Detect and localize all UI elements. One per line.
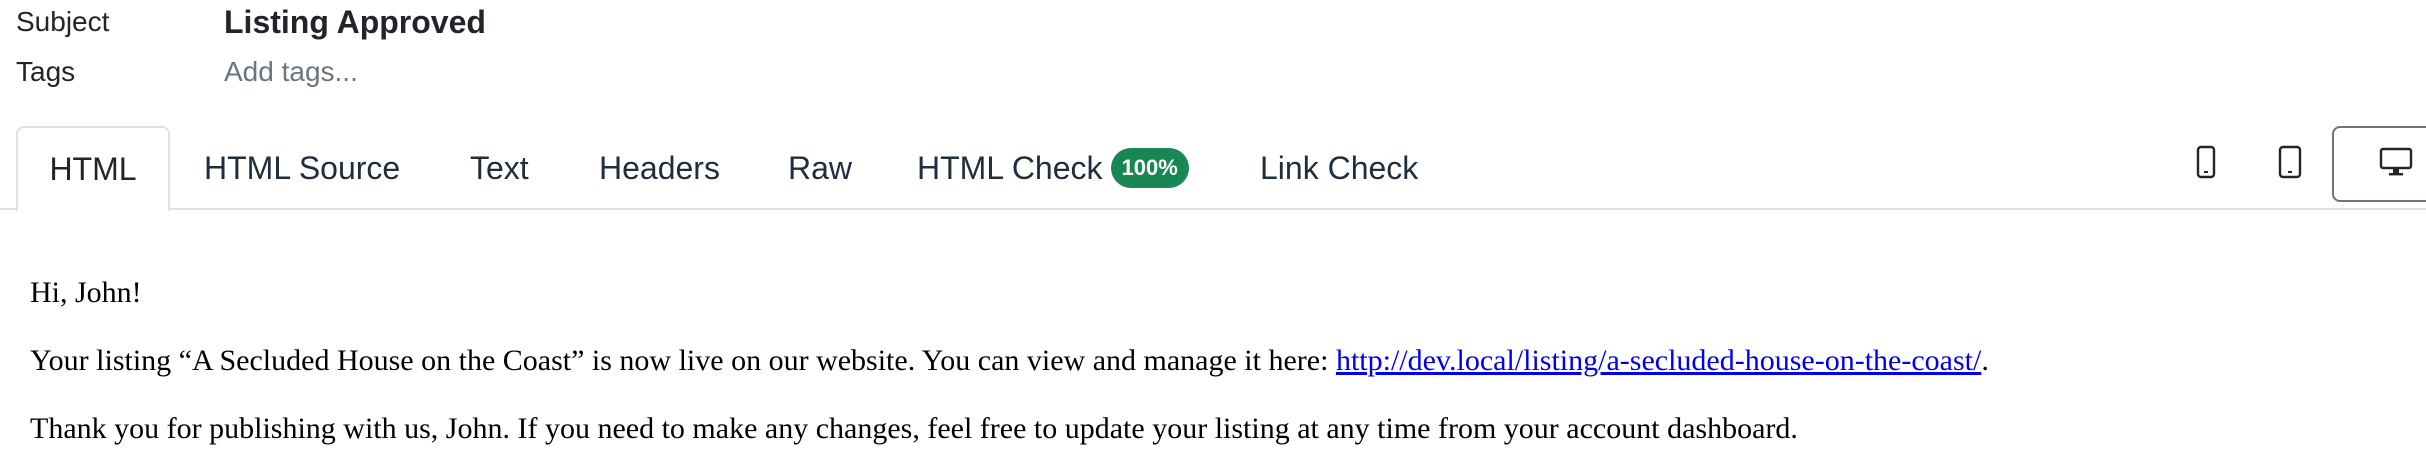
tab-label: HTML — [49, 150, 137, 187]
tab-html-source[interactable]: HTML Source — [170, 126, 434, 210]
paragraph-thanks: Thank you for publishing with us, John. … — [30, 412, 1798, 445]
tab-label: HTML Check — [917, 149, 1103, 186]
subject-row: Subject Listing Approved — [16, 0, 486, 44]
greeting-text: Hi, John! — [30, 276, 142, 309]
html-check-score-badge: 100% — [1110, 148, 1189, 188]
tab-label: Raw — [788, 149, 853, 186]
listing-link[interactable]: http://dev.local/listing/a-secluded-hous… — [1336, 344, 1981, 377]
tab-label: Link Check — [1260, 149, 1419, 186]
paragraph-listing-live: Your listing “A Secluded House on the Co… — [30, 344, 1989, 378]
tab-html-check[interactable]: HTML Check 100% — [883, 126, 1223, 210]
tags-input[interactable]: Add tags... — [224, 56, 358, 88]
tab-link-check[interactable]: Link Check — [1226, 126, 1452, 210]
phone-icon — [2196, 145, 2216, 184]
desktop-icon — [2379, 147, 2413, 182]
tab-headers[interactable]: Headers — [565, 126, 754, 210]
tags-row: Tags Add tags... — [16, 52, 358, 92]
tab-label: Text — [470, 149, 529, 186]
tab-label: Headers — [599, 149, 720, 186]
subject-value: Listing Approved — [224, 3, 486, 40]
desktop-view-button[interactable] — [2332, 126, 2426, 202]
preview-tabbar: HTML HTML Source Text Headers Raw HTML C… — [0, 126, 2426, 212]
phone-view-button[interactable] — [2176, 126, 2236, 202]
tab-raw[interactable]: Raw — [754, 126, 886, 210]
tablet-icon — [2278, 145, 2302, 184]
tags-label: Tags — [16, 56, 76, 87]
subject-label: Subject — [16, 6, 110, 37]
tablet-view-button[interactable] — [2258, 126, 2322, 202]
paragraph-text: Your listing “A Secluded House on the Co… — [30, 344, 1336, 377]
paragraph-text-end: . — [1981, 344, 1989, 377]
tab-label: HTML Source — [204, 149, 401, 186]
tab-text[interactable]: Text — [436, 126, 563, 210]
tab-html[interactable]: HTML — [16, 126, 170, 212]
